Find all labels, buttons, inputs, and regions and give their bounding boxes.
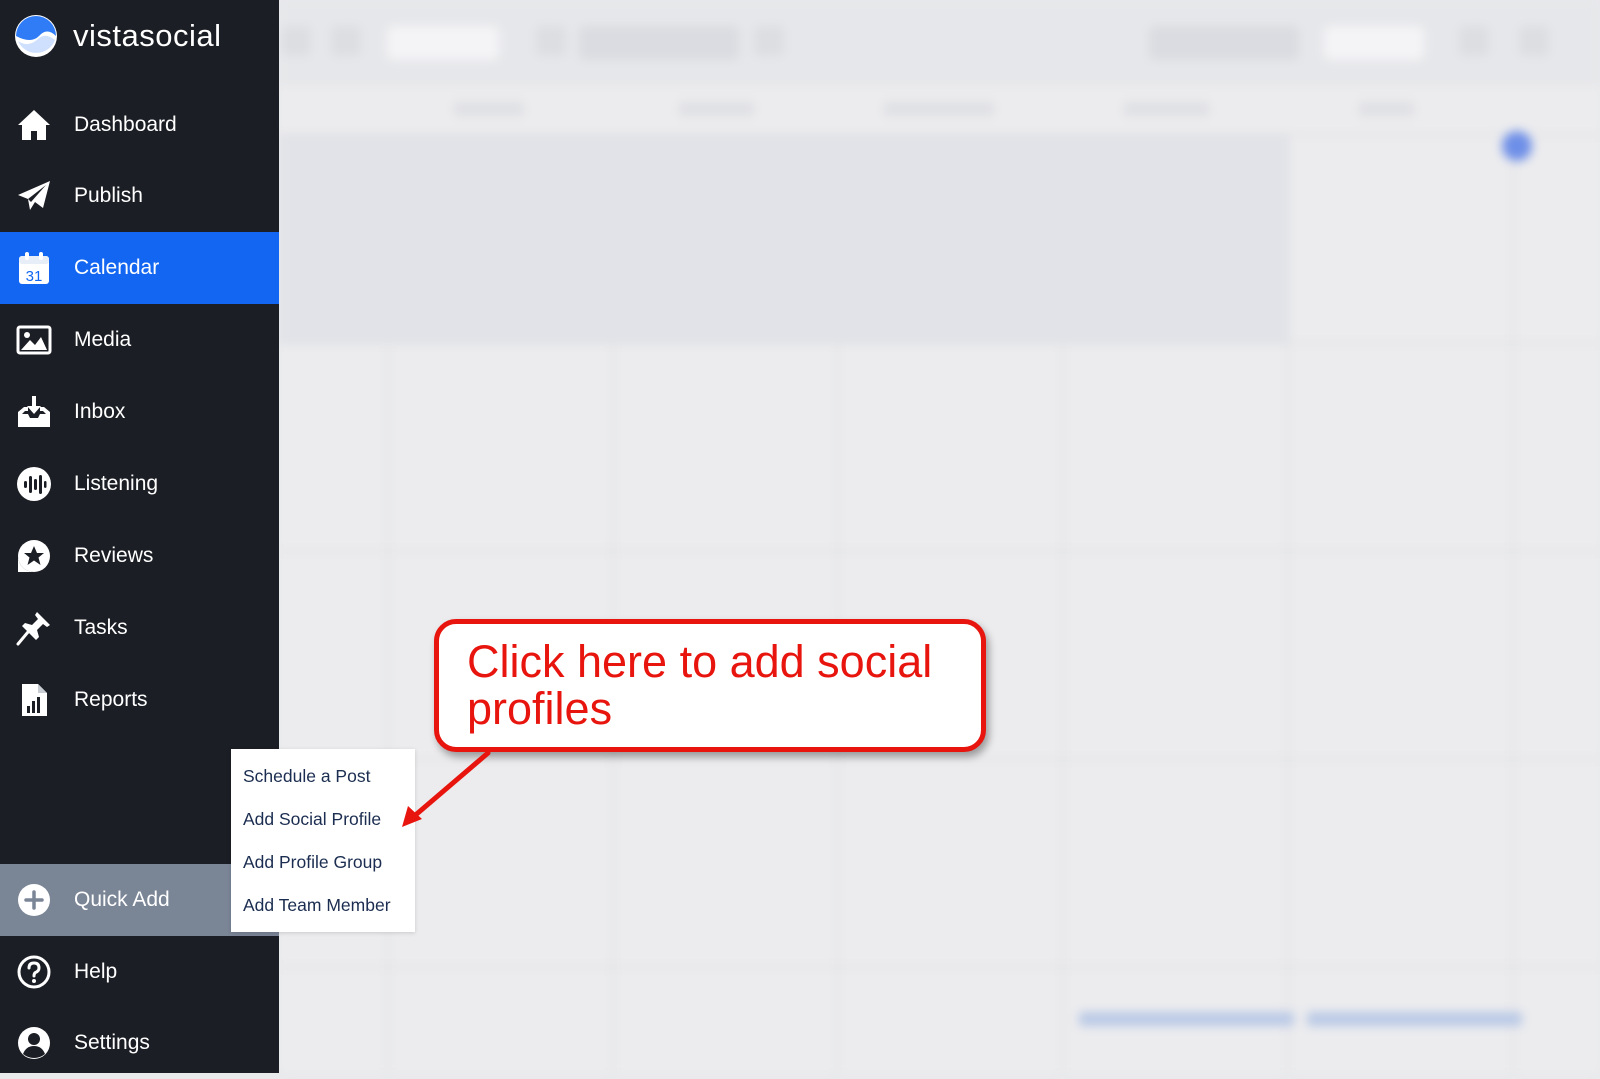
menu-item-add-team-member[interactable]: Add Team Member [243,895,391,916]
calendar-cell [387,968,614,1073]
nav-label: Tasks [74,616,128,639]
toolbar-button [281,26,311,56]
weekday [454,102,524,116]
nav-label: Reviews [74,544,154,567]
calendar-cell [1287,760,1514,968]
weekday [679,102,754,116]
annotation-arrow [402,750,491,827]
calendar-cell [279,344,389,552]
nav-settings[interactable]: Settings [0,1007,279,1079]
calendar-event [1307,1012,1522,1026]
report-icon [16,682,52,718]
nav-label: Help [74,960,118,983]
calendar-cell [279,552,389,760]
audio-wave-icon [16,466,52,502]
calendar-cell [1062,136,1289,344]
vistasocial-logo [15,15,57,57]
nav-reviews[interactable]: Reviews [0,520,279,592]
star-badge-icon [16,538,52,574]
calendar-cell [837,760,1064,968]
callout-text: Click here to add social profiles [467,636,933,734]
brand-name: vistasocial [73,18,222,53]
next-month-button [754,26,784,56]
weekday [884,102,994,116]
nav-publish[interactable]: Publish [0,160,279,232]
paper-plane-icon [16,178,52,214]
calendar-background [279,0,1600,1073]
nav-label: Settings [74,1031,150,1054]
calendar-cell [837,968,1064,1073]
nav-listening[interactable]: Listening [0,448,279,520]
calendar-cell [387,136,614,344]
calendar-cell [1062,760,1289,968]
calendar-toolbar [279,0,1600,86]
nav-label: Listening [74,472,159,495]
calendar-cell [1287,552,1514,760]
calendar-cell [279,136,389,344]
calendar-cell [1062,344,1289,552]
toolbar-select [1324,26,1424,60]
toolbar-button [1519,26,1549,56]
user-circle-icon [16,1025,52,1061]
calendar-cell [837,136,1064,344]
toolbar-button [331,26,361,56]
nav-label: Dashboard [74,113,177,136]
menu-item-add-social-profile[interactable]: Add Social Profile [243,809,381,830]
calendar-icon: 31 [16,250,52,286]
quick-add-menu: Schedule a Post Add Social Profile Add P… [231,749,415,932]
inbox-icon [16,394,52,430]
image-icon [16,322,52,358]
question-circle-icon [16,954,52,990]
annotation-callout: Click here to add social profiles [434,619,986,752]
nav-dashboard[interactable]: Dashboard [0,89,279,161]
calendar-week [279,342,1600,552]
nav-inbox[interactable]: Inbox [0,376,279,448]
calendar-icon-day: 31 [26,268,43,285]
nav-label: Publish [74,184,143,207]
nav-media[interactable]: Media [0,304,279,376]
home-icon [16,107,52,143]
calendar-event [1079,1012,1294,1026]
nav-label: Media [74,328,132,351]
calendar-cell [387,344,614,552]
calendar-cell [612,760,839,968]
calendar-cell [1287,136,1514,344]
nav-label: Quick Add [74,888,170,911]
calendar-cell [1287,344,1514,552]
weekday-header [279,88,1600,134]
toolbar-button [1459,26,1489,56]
menu-item-add-profile-group[interactable]: Add Profile Group [243,852,382,873]
nav-label: Calendar [74,256,160,279]
calendar-cell [279,968,389,1073]
calendar-cell [612,136,839,344]
nav-help[interactable]: Help [0,936,279,1008]
nav-label: Inbox [74,400,126,423]
timezone-label [1149,26,1299,60]
today-marker [1502,131,1532,161]
view-select [387,26,499,60]
brand[interactable]: vistasocial [14,14,222,58]
nav-reports[interactable]: Reports [0,664,279,736]
nav-tasks[interactable]: Tasks [0,592,279,664]
prev-month-button [536,26,566,56]
nav-label: Reports [74,688,148,711]
calendar-cell [837,344,1064,552]
month-label [579,26,739,60]
nav-calendar[interactable]: 31 Calendar [0,232,279,304]
calendar-cell [1062,552,1289,760]
plus-circle-icon [16,882,52,918]
pushpin-icon [16,610,52,646]
weekday [1124,102,1209,116]
calendar-cell [612,344,839,552]
calendar-week [279,134,1600,344]
weekday [1359,102,1414,116]
menu-item-schedule-post[interactable]: Schedule a Post [243,766,370,787]
calendar-cell [612,968,839,1073]
